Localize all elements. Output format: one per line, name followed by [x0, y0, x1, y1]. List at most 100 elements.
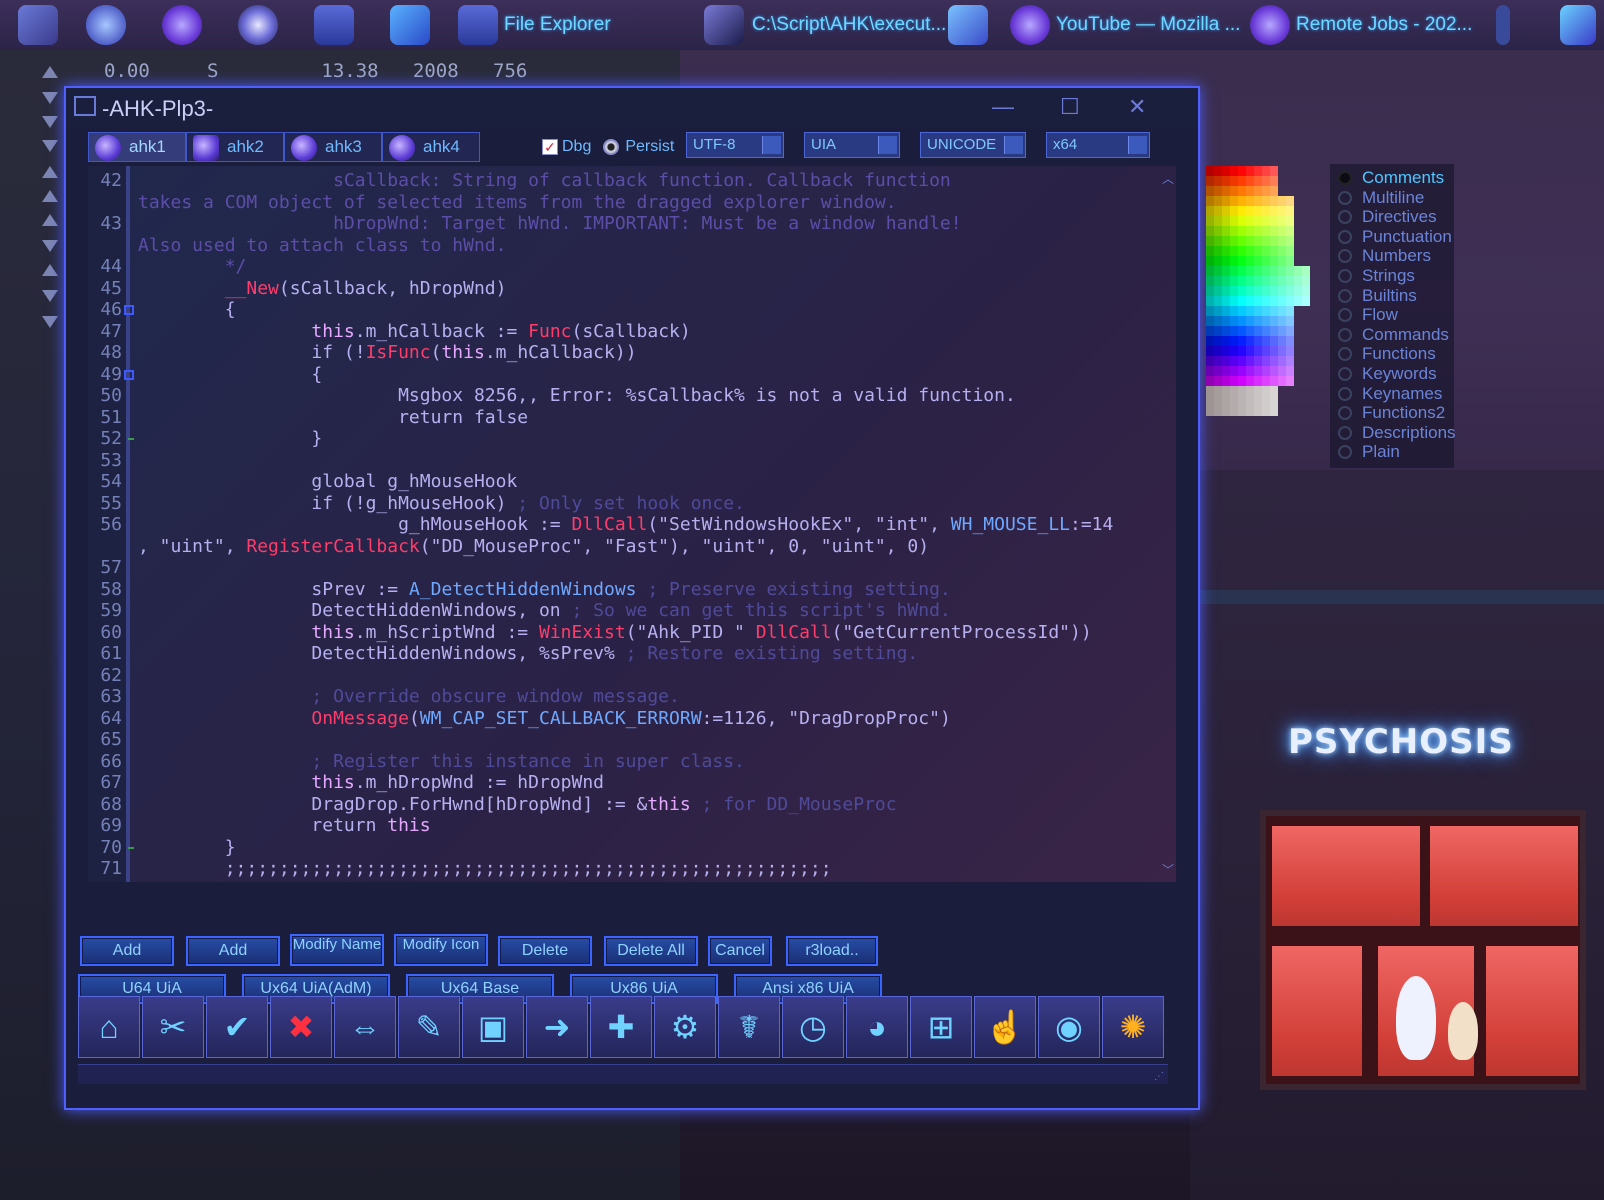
- color-swatch[interactable]: [1278, 266, 1286, 276]
- color-swatch[interactable]: [1278, 216, 1286, 226]
- color-swatch[interactable]: [1270, 206, 1278, 216]
- color-swatch[interactable]: [1214, 406, 1222, 416]
- color-swatch[interactable]: [1222, 336, 1230, 346]
- color-swatch[interactable]: [1214, 206, 1222, 216]
- color-swatch[interactable]: [1206, 316, 1214, 326]
- color-swatch[interactable]: [1238, 256, 1246, 266]
- color-swatch[interactable]: [1230, 246, 1238, 256]
- color-swatch[interactable]: [1206, 376, 1214, 386]
- chevron-down-icon[interactable]: ﹀: [1162, 861, 1174, 878]
- color-swatch[interactable]: [1222, 196, 1230, 206]
- color-swatch[interactable]: [1270, 336, 1278, 346]
- color-swatch[interactable]: [1278, 276, 1286, 286]
- mode-dropdown[interactable]: UIA: [804, 132, 900, 158]
- add-button-2[interactable]: Add: [186, 936, 280, 966]
- color-swatch[interactable]: [1246, 346, 1254, 356]
- color-swatch[interactable]: [1254, 326, 1262, 336]
- category-option-keywords[interactable]: Keywords: [1338, 364, 1437, 384]
- color-swatch[interactable]: [1246, 206, 1254, 216]
- tray-app-icon[interactable]: [1560, 5, 1596, 45]
- color-swatch[interactable]: [1286, 356, 1294, 366]
- color-swatch[interactable]: [1270, 406, 1278, 416]
- color-swatch[interactable]: [1214, 226, 1222, 236]
- scroll-up-icon[interactable]: [42, 66, 58, 78]
- category-option-comments[interactable]: Comments: [1338, 168, 1444, 188]
- color-swatch[interactable]: [1254, 226, 1262, 236]
- color-swatch[interactable]: [1262, 366, 1270, 376]
- color-swatch[interactable]: [1214, 336, 1222, 346]
- color-swatch[interactable]: [1222, 276, 1230, 286]
- color-swatch[interactable]: [1230, 286, 1238, 296]
- color-swatch[interactable]: [1270, 216, 1278, 226]
- color-swatch[interactable]: [1262, 406, 1270, 416]
- color-swatch[interactable]: [1246, 336, 1254, 346]
- color-swatch[interactable]: [1238, 266, 1246, 276]
- color-swatch[interactable]: [1270, 256, 1278, 266]
- color-swatch[interactable]: [1254, 196, 1262, 206]
- color-swatch[interactable]: [1230, 356, 1238, 366]
- color-swatch[interactable]: [1278, 366, 1286, 376]
- color-swatch[interactable]: [1302, 286, 1310, 296]
- color-swatch[interactable]: [1286, 326, 1294, 336]
- color-swatch[interactable]: [1214, 166, 1222, 176]
- category-option-commands[interactable]: Commands: [1338, 325, 1449, 345]
- orb-app-icon[interactable]: [238, 5, 278, 45]
- color-swatch[interactable]: [1270, 196, 1278, 206]
- color-swatch[interactable]: [1246, 176, 1254, 186]
- color-swatch[interactable]: [1222, 236, 1230, 246]
- color-swatch[interactable]: [1222, 256, 1230, 266]
- color-swatch[interactable]: [1214, 306, 1222, 316]
- color-swatch[interactable]: [1230, 196, 1238, 206]
- editor-scrollbar[interactable]: ︿ ﹀: [1160, 166, 1176, 882]
- color-swatch[interactable]: [1246, 166, 1254, 176]
- color-swatch[interactable]: [1286, 236, 1294, 246]
- color-swatch[interactable]: [1286, 316, 1294, 326]
- color-swatch[interactable]: [1246, 196, 1254, 206]
- color-swatch[interactable]: [1230, 296, 1238, 306]
- color-swatch[interactable]: [1238, 236, 1246, 246]
- color-swatch[interactable]: [1254, 216, 1262, 226]
- ahk-orb-icon[interactable]: ◉: [1038, 996, 1100, 1058]
- color-swatch[interactable]: [1270, 386, 1278, 396]
- color-swatch[interactable]: [1278, 256, 1286, 266]
- vscode-icon[interactable]: [390, 5, 430, 45]
- color-swatch[interactable]: [1214, 176, 1222, 186]
- color-swatch[interactable]: [1262, 256, 1270, 266]
- color-swatch[interactable]: [1238, 226, 1246, 236]
- color-swatch[interactable]: [1238, 246, 1246, 256]
- color-swatch[interactable]: [1230, 236, 1238, 246]
- color-swatch[interactable]: [1270, 186, 1278, 196]
- color-swatch[interactable]: [1222, 356, 1230, 366]
- windows-logo-icon[interactable]: ⊞: [910, 996, 972, 1058]
- color-swatch[interactable]: [1222, 296, 1230, 306]
- color-swatch[interactable]: [1206, 176, 1214, 186]
- color-swatch[interactable]: [1222, 216, 1230, 226]
- color-swatch[interactable]: [1254, 296, 1262, 306]
- color-swatch[interactable]: [1222, 386, 1230, 396]
- color-swatch[interactable]: [1294, 286, 1302, 296]
- color-swatch[interactable]: [1214, 356, 1222, 366]
- color-swatch[interactable]: [1230, 406, 1238, 416]
- color-swatch[interactable]: [1230, 216, 1238, 226]
- delete-all-button[interactable]: Delete All: [604, 936, 698, 966]
- color-swatch[interactable]: [1214, 236, 1222, 246]
- color-swatch[interactable]: [1230, 226, 1238, 236]
- color-swatch[interactable]: [1230, 346, 1238, 356]
- color-swatch[interactable]: [1246, 356, 1254, 366]
- scroll-down-icon[interactable]: [42, 316, 58, 328]
- color-swatch[interactable]: [1230, 206, 1238, 216]
- color-swatch[interactable]: [1270, 296, 1278, 306]
- color-swatch[interactable]: [1302, 296, 1310, 306]
- color-swatch[interactable]: [1238, 316, 1246, 326]
- color-swatch[interactable]: [1302, 266, 1310, 276]
- modify-name-button[interactable]: Modify Name: [290, 934, 384, 966]
- color-swatch[interactable]: [1222, 326, 1230, 336]
- transfer-icon[interactable]: ⇔: [334, 996, 396, 1058]
- color-swatch[interactable]: [1254, 346, 1262, 356]
- color-swatch[interactable]: [1222, 316, 1230, 326]
- color-swatch[interactable]: [1254, 316, 1262, 326]
- color-swatch[interactable]: [1206, 166, 1214, 176]
- color-swatch[interactable]: [1278, 296, 1286, 306]
- color-swatch[interactable]: [1222, 366, 1230, 376]
- color-swatch[interactable]: [1254, 166, 1262, 176]
